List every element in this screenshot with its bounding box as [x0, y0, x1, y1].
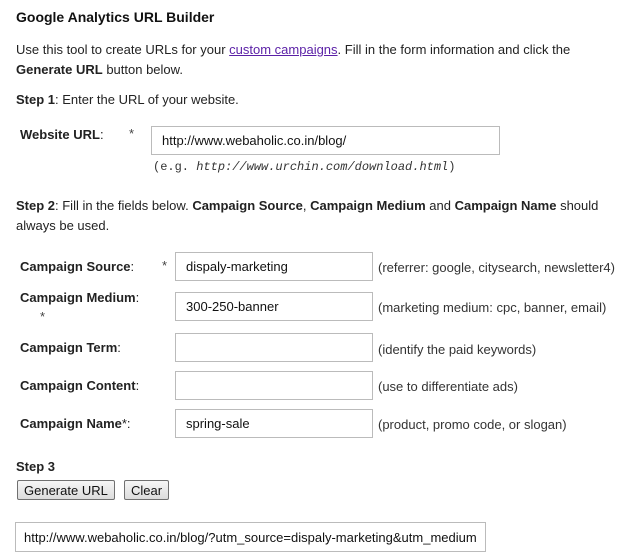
website-url-input[interactable]: [151, 126, 500, 155]
step1-text: : Enter the URL of your website.: [55, 92, 239, 107]
generate-url-button[interactable]: Generate URL: [17, 480, 115, 500]
step2-sep1: ,: [302, 198, 311, 213]
campaign-medium-hint: (marketing medium: cpc, banner, email): [378, 300, 607, 315]
step1-heading: Step 1: Enter the URL of your website.: [16, 92, 239, 107]
campaign-term-label-text: Campaign Term: [20, 340, 118, 355]
campaign-medium-label: Campaign Medium:: [20, 290, 139, 305]
campaign-term-colon: :: [117, 340, 121, 355]
step2-label: Step 2: [16, 198, 56, 213]
campaign-source-label-text: Campaign Source: [20, 259, 131, 274]
campaign-source-hint: (referrer: google, citysearch, newslette…: [378, 260, 615, 275]
campaign-term-hint: (identify the paid keywords): [378, 342, 537, 357]
website-url-required-mark: *: [129, 126, 135, 141]
step1-label: Step 1: [16, 92, 56, 107]
campaign-term-input[interactable]: [175, 333, 373, 362]
campaign-source-input[interactable]: [175, 252, 373, 281]
page-title: Google Analytics URL Builder: [16, 9, 215, 25]
step3-label: Step 3: [16, 459, 56, 474]
step2-sep2: and: [425, 198, 455, 213]
website-url-colon: :: [99, 127, 104, 142]
campaign-name-label: Campaign Name*:: [20, 416, 131, 431]
campaign-medium-label-text: Campaign Medium: [20, 290, 136, 305]
intro-text-end: button below.: [102, 62, 183, 77]
campaign-source-colon: :: [130, 259, 135, 274]
campaign-term-label: Campaign Term:: [20, 340, 121, 355]
custom-campaigns-link[interactable]: custom campaigns: [229, 42, 337, 57]
campaign-content-label: Campaign Content:: [20, 378, 139, 393]
step2-field-source: Campaign Source: [192, 198, 303, 213]
website-url-label-text: Website URL: [20, 127, 100, 142]
campaign-name-hint: (product, promo code, or slogan): [378, 417, 567, 432]
campaign-content-colon: :: [135, 378, 140, 393]
intro-generate-url-text: Generate URL: [16, 62, 103, 77]
website-url-label: Website URL:: [20, 127, 104, 142]
campaign-source-label: Campaign Source:: [20, 259, 134, 274]
campaign-source-required-mark: *: [162, 258, 168, 273]
intro-text-start: Use this tool to create URLs for your: [16, 42, 230, 57]
website-url-example: (e.g. http://www.urchin.com/download.htm…: [153, 160, 455, 174]
campaign-medium-colon: :: [135, 290, 140, 305]
campaign-medium-input[interactable]: [175, 292, 373, 321]
step2-field-name: Campaign Name: [454, 198, 557, 213]
step2-field-medium: Campaign Medium: [310, 198, 426, 213]
intro-text-mid: . Fill in the form information and click…: [337, 42, 571, 57]
campaign-name-label-text: Campaign Name: [20, 416, 122, 431]
campaign-name-required-mark: *:: [121, 416, 131, 431]
example-suffix: ): [448, 160, 456, 174]
campaign-content-hint: (use to differentiate ads): [378, 379, 518, 394]
clear-button[interactable]: Clear: [124, 480, 170, 500]
campaign-content-label-text: Campaign Content: [20, 378, 136, 393]
example-prefix: (e.g.: [153, 160, 197, 174]
campaign-content-input[interactable]: [175, 371, 373, 400]
intro-text: Use this tool to create URLs for your cu…: [16, 40, 616, 80]
step2-heading: Step 2: Fill in the fields below. Campai…: [16, 196, 621, 236]
generated-url-output[interactable]: [15, 522, 486, 552]
example-url: http://www.urchin.com/download.html: [196, 160, 449, 174]
campaign-name-input[interactable]: [175, 409, 373, 438]
campaign-medium-required-mark: *: [40, 309, 46, 324]
step2-text-a: : Fill in the fields below.: [55, 198, 193, 213]
